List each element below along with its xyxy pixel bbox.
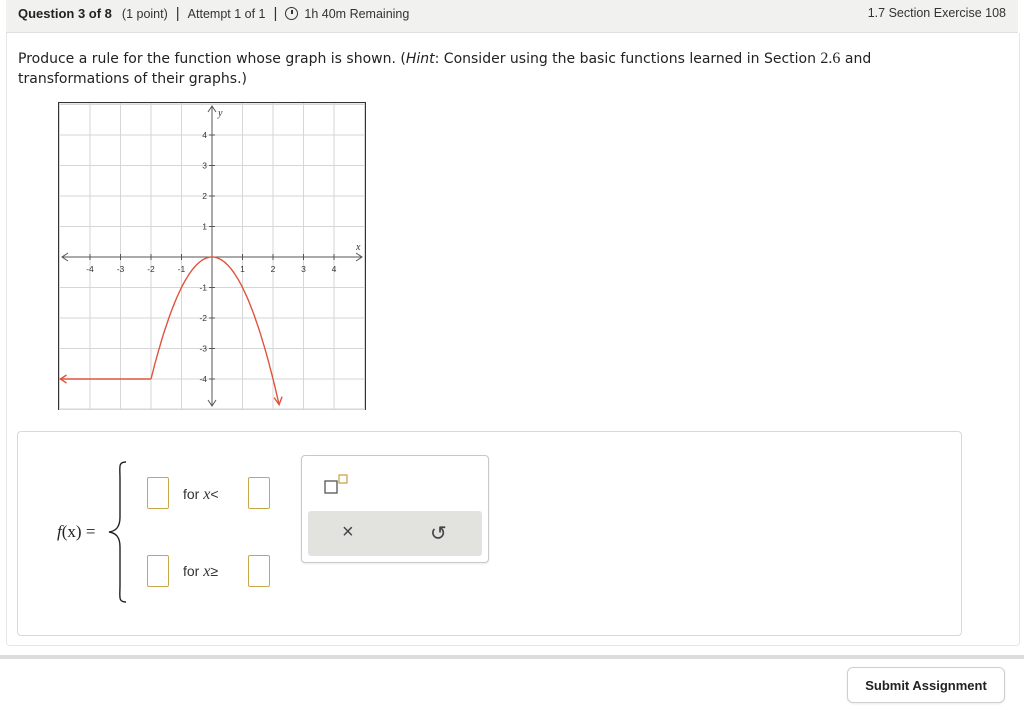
separator: | xyxy=(175,4,180,22)
function-graph: x y -4 -3 -2 -1 1 2 3 4 4 3 2 1 -1 -2 -3 -4 xyxy=(58,102,366,410)
section-label: 1.7 Section Exercise 108 xyxy=(867,6,1006,20)
condition-label-2: for x≥ xyxy=(183,563,219,580)
bound-input-1[interactable] xyxy=(248,477,270,509)
separator: | xyxy=(273,4,278,22)
math-palette: × ↺ xyxy=(301,455,489,563)
x-tick-label: -4 xyxy=(86,264,94,274)
x-tick-label: 3 xyxy=(301,264,306,274)
clear-button[interactable]: × xyxy=(342,521,354,544)
piecewise-brace xyxy=(108,461,127,603)
function-label: f(x) = xyxy=(57,522,96,541)
y-tick-label: 1 xyxy=(202,222,207,232)
y-tick-label: -4 xyxy=(199,374,207,384)
bound-input-2[interactable] xyxy=(248,555,270,587)
undo-button[interactable]: ↺ xyxy=(430,521,447,546)
x-tick-label: 4 xyxy=(332,264,337,274)
section-reference: 2.6 xyxy=(820,50,841,67)
clock-icon xyxy=(285,7,299,20)
expression-input-1[interactable] xyxy=(147,477,169,509)
y-tick-label: 2 xyxy=(202,191,207,201)
hint-label: Hint xyxy=(405,51,435,67)
submit-assignment-button[interactable]: Submit Assignment xyxy=(847,667,1005,703)
y-tick-label: 3 xyxy=(202,161,207,171)
header-left: Question 3 of 8 (1 point) | Attempt 1 of… xyxy=(18,4,410,22)
y-axis-label: y xyxy=(217,108,223,119)
footer-divider xyxy=(0,655,1024,659)
expression-input-2[interactable] xyxy=(147,555,169,587)
y-tick-label: -2 xyxy=(199,313,207,323)
y-tick-label: 4 xyxy=(202,130,207,140)
x-tick-label: 2 xyxy=(271,264,276,274)
attempt-label: Attempt 1 of 1 xyxy=(187,6,266,21)
y-tick-label: -3 xyxy=(199,344,207,354)
time-remaining: 1h 40m Remaining xyxy=(304,6,410,21)
header-bar: Question 3 of 8 (1 point) | Attempt 1 of… xyxy=(6,0,1018,33)
x-tick-label: -1 xyxy=(178,264,186,274)
condition-label-1: for x< xyxy=(183,486,219,503)
x-tick-label: 1 xyxy=(240,264,245,274)
x-tick-label: -2 xyxy=(147,264,155,274)
question-text: Produce a rule for the function whose gr… xyxy=(18,50,872,87)
x-tick-label: -3 xyxy=(117,264,125,274)
y-tick-label: -1 xyxy=(199,283,207,293)
x-axis-label: x xyxy=(355,242,361,253)
points-label: (1 point) xyxy=(121,6,168,21)
palette-tools: × ↺ xyxy=(308,511,482,556)
superscript-icon[interactable] xyxy=(324,474,350,496)
question-number[interactable]: Question 3 of 8 xyxy=(18,6,112,21)
answer-area xyxy=(17,431,962,636)
